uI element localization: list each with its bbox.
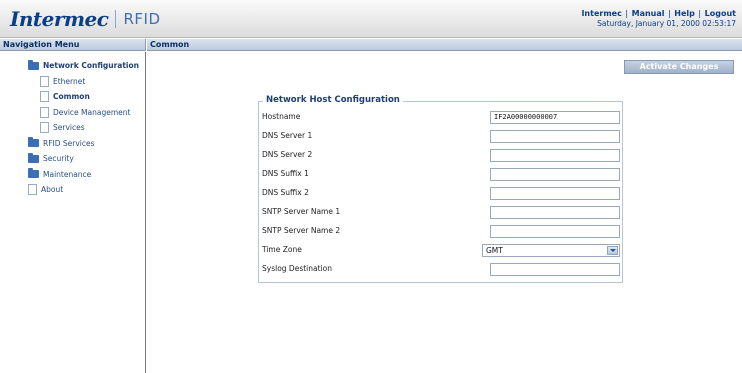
dns-suffix-1-row: DNS Suffix 1	[262, 168, 620, 182]
page-title: Common	[147, 39, 742, 51]
sntp-server-2-row: SNTP Server Name 2	[262, 225, 620, 239]
dns-suffix-1-input[interactable]	[490, 168, 620, 181]
product-name: RFID	[123, 10, 161, 28]
time-zone-label: Time Zone	[262, 245, 302, 254]
syslog-destination-row: Syslog Destination	[262, 263, 620, 277]
folder-icon	[28, 137, 39, 148]
dns-server-2-label: DNS Server 2	[262, 150, 313, 159]
dns-suffix-2-input[interactable]	[490, 187, 620, 200]
nav-title: Navigation Menu	[0, 39, 146, 51]
nav-item-services[interactable]: Services	[18, 120, 142, 136]
sntp-server-1-label: SNTP Server Name 1	[262, 207, 341, 216]
dns-server-1-input[interactable]	[490, 130, 620, 143]
nav-item-security[interactable]: Security	[18, 151, 142, 167]
main-content: Activate Changes Network Host Configurat…	[147, 52, 742, 373]
sntp-server-2-label: SNTP Server Name 2	[262, 226, 341, 235]
hostname-input[interactable]: IF2A00000000007	[490, 111, 620, 124]
sntp-server-2-input[interactable]	[490, 225, 620, 238]
time-zone-row: Time Zone GMT	[262, 244, 620, 258]
dns-suffix-2-label: DNS Suffix 2	[262, 188, 309, 197]
datetime: Saturday, January 01, 2000 02:53:17	[597, 19, 736, 28]
link-logout[interactable]: Logout	[705, 9, 736, 18]
intermec-logo: Intermec RFID	[10, 6, 161, 32]
dns-server-1-label: DNS Server 1	[262, 131, 313, 140]
page-icon	[40, 122, 49, 134]
link-intermec[interactable]: Intermec	[581, 9, 621, 18]
link-manual[interactable]: Manual	[632, 9, 665, 18]
activate-changes-button[interactable]: Activate Changes	[624, 60, 734, 74]
hostname-label: Hostname	[262, 112, 301, 121]
chevron-down-icon[interactable]	[607, 246, 618, 255]
logo-word: Intermec	[10, 7, 109, 31]
hostname-row: Hostname IF2A00000000007	[262, 111, 620, 125]
time-zone-select[interactable]: GMT	[482, 244, 620, 257]
nav-item-rfid-services[interactable]: RFID Services	[18, 136, 142, 152]
nav-item-maintenance[interactable]: Maintenance	[18, 167, 142, 183]
navigation-panel: Network Configuration Ethernet Common De…	[0, 52, 146, 373]
time-zone-value: GMT	[486, 246, 503, 255]
page-icon	[40, 106, 49, 118]
logo-divider	[115, 10, 117, 28]
page-icon	[40, 75, 49, 87]
dns-server-2-row: DNS Server 2	[262, 149, 620, 163]
nav-item-common[interactable]: Common	[18, 89, 142, 105]
nav-item-device-management[interactable]: Device Management	[18, 105, 142, 121]
nav-tree: Network Configuration Ethernet Common De…	[18, 58, 142, 198]
link-help[interactable]: Help	[674, 9, 695, 18]
sntp-server-1-input[interactable]	[490, 206, 620, 219]
dns-suffix-1-label: DNS Suffix 1	[262, 169, 309, 178]
syslog-destination-input[interactable]	[490, 263, 620, 276]
folder-icon	[28, 59, 39, 70]
page-icon	[28, 184, 37, 196]
syslog-destination-label: Syslog Destination	[262, 264, 332, 273]
group-title: Network Host Configuration	[263, 95, 403, 105]
header-links: Intermec | Manual | Help | Logout Saturd…	[581, 9, 736, 28]
dns-server-2-input[interactable]	[490, 149, 620, 162]
nav-item-network-configuration[interactable]: Network Configuration	[18, 58, 142, 74]
nav-item-ethernet[interactable]: Ethernet	[18, 74, 142, 90]
dns-server-1-row: DNS Server 1	[262, 130, 620, 144]
folder-icon	[28, 168, 39, 179]
folder-icon	[28, 152, 39, 163]
page-icon	[40, 91, 49, 103]
dns-suffix-2-row: DNS Suffix 2	[262, 187, 620, 201]
sntp-server-1-row: SNTP Server Name 1	[262, 206, 620, 220]
header: Intermec RFID Intermec | Manual | Help |…	[0, 0, 742, 38]
network-host-configuration-group: Network Host Configuration Hostname IF2A…	[258, 95, 623, 283]
nav-item-about[interactable]: About	[18, 182, 142, 198]
